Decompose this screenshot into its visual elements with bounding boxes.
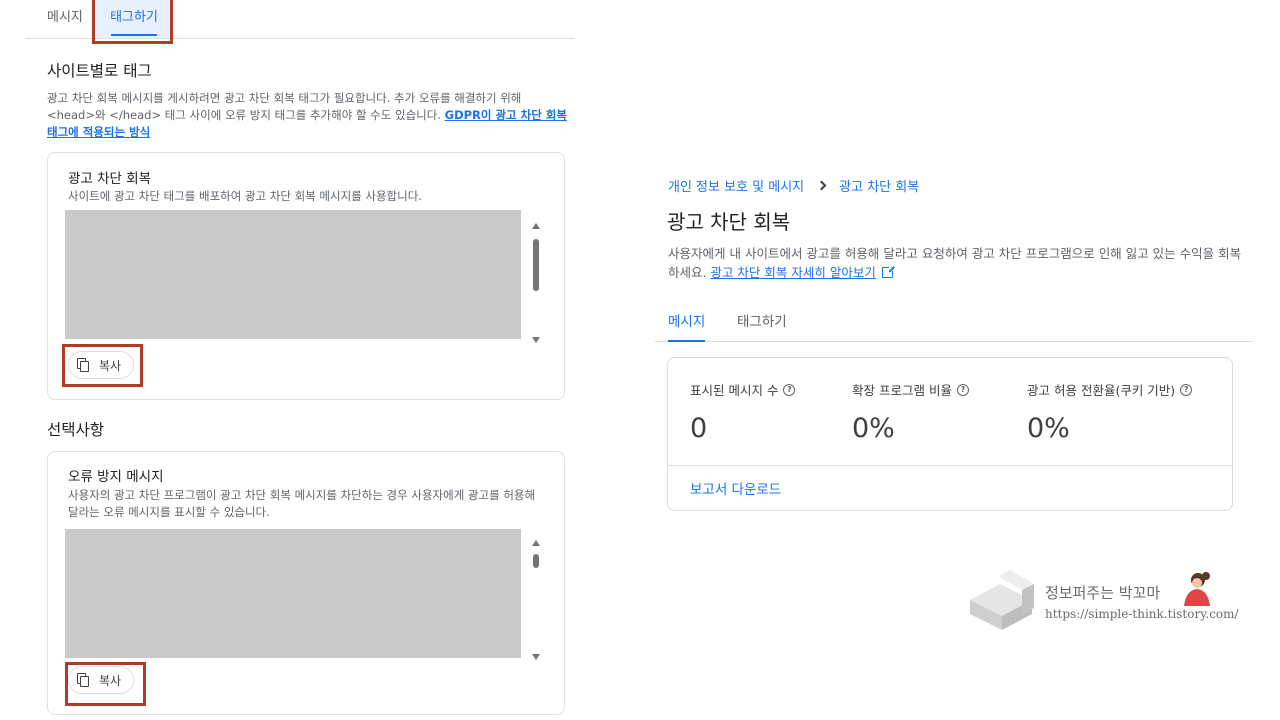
- highlight-box-copy: [62, 344, 143, 387]
- open-in-new-icon[interactable]: [881, 265, 895, 278]
- download-report-link[interactable]: 보고서 다운로드: [690, 478, 781, 498]
- watermark: 정보퍼주는 박꼬마 https://simple-think.tistory.c…: [968, 570, 1248, 632]
- highlight-box-tab: [92, 0, 173, 44]
- watermark-name: 정보퍼주는 박꼬마: [1045, 584, 1161, 602]
- section-title-site-tags: 사이트별로 태그: [47, 62, 152, 80]
- section-title-optional: 선택사항: [47, 421, 105, 439]
- code-scrollbar[interactable]: [528, 221, 544, 345]
- right-tab-bar: 메시지 태그하기: [655, 300, 1253, 342]
- card-title: 광고 차단 회복: [68, 171, 152, 187]
- tab-message-label: 메시지: [668, 314, 706, 330]
- scroll-thumb[interactable]: [533, 554, 539, 568]
- stats-card: 표시된 메시지 수? 0 확장 프로그램 비율? 0% 광고 허용 전환율(쿠키…: [667, 357, 1233, 511]
- stat-label-text: 표시된 메시지 수: [690, 383, 779, 398]
- code-scrollbar[interactable]: [528, 538, 544, 662]
- stat-label: 표시된 메시지 수?: [690, 380, 796, 399]
- card-description: 사용자의 광고 차단 프로그램이 광고 차단 회복 메시지를 차단하는 경우 사…: [68, 488, 536, 519]
- stat-label: 광고 허용 전환율(쿠키 기반)?: [1027, 380, 1193, 399]
- stat-extension-ratio: 확장 프로그램 비율? 0%: [852, 380, 969, 444]
- scroll-up-icon[interactable]: [532, 540, 540, 546]
- stat-value: 0%: [852, 413, 895, 444]
- stat-label: 확장 프로그램 비율?: [852, 380, 969, 399]
- help-icon[interactable]: ?: [1180, 383, 1193, 396]
- tab-tagging[interactable]: 태그하기: [737, 310, 787, 330]
- learn-more-link[interactable]: 광고 차단 회복 자세히 알아보기: [710, 265, 875, 280]
- help-icon[interactable]: ?: [783, 383, 796, 396]
- page-title: 광고 차단 회복: [667, 210, 791, 234]
- breadcrumb-current[interactable]: 광고 차단 회복: [839, 176, 919, 195]
- description-line1: 광고 차단 회복 메시지를 게시하려면 광고 차단 회복 태그가 필요합니다. …: [47, 91, 522, 105]
- stat-messages-shown: 표시된 메시지 수? 0: [690, 380, 796, 444]
- tab-active-indicator: [668, 340, 706, 342]
- code-snippet-box[interactable]: [65, 210, 521, 339]
- scroll-up-icon[interactable]: [532, 223, 540, 229]
- stat-allow-conversion: 광고 허용 전환율(쿠키 기반)? 0%: [1027, 380, 1193, 444]
- stat-value: 0%: [1027, 413, 1070, 444]
- highlight-box-copy: [65, 662, 146, 706]
- avatar-icon: [1184, 572, 1210, 606]
- tab-message[interactable]: 메시지: [47, 0, 83, 38]
- tab-message[interactable]: 메시지: [668, 310, 706, 342]
- help-icon[interactable]: ?: [956, 383, 969, 396]
- description-line2: <head>와 </head> 태그 사이에 오류 방지 태그를 추가해야 할 …: [47, 108, 445, 122]
- tagging-panel: 메시지 태그하기 사이트별로 태그 광고 차단 회복 메시지를 게시하려면 광고…: [0, 0, 590, 720]
- stat-value: 0: [690, 413, 708, 444]
- breadcrumb: 개인 정보 보호 및 메시지 광고 차단 회복: [668, 176, 919, 195]
- card-title: 오류 방지 메시지: [68, 469, 164, 485]
- section-description: 광고 차단 회복 메시지를 게시하려면 광고 차단 회복 태그가 필요합니다. …: [47, 90, 567, 141]
- chevron-right-icon: [816, 180, 827, 191]
- page-description: 사용자에게 내 사이트에서 광고를 허용해 달라고 요청하여 광고 차단 프로그…: [668, 244, 1248, 282]
- scroll-down-icon[interactable]: [532, 654, 540, 660]
- divider: [668, 465, 1232, 466]
- breadcrumb-parent[interactable]: 개인 정보 보호 및 메시지: [668, 176, 804, 195]
- code-snippet-box[interactable]: [65, 529, 521, 658]
- watermark-logo-icon: [970, 570, 1034, 630]
- watermark-url: https://simple-think.tistory.com/: [1045, 607, 1239, 621]
- stat-label-text: 광고 허용 전환율(쿠키 기반): [1027, 383, 1176, 398]
- card-description: 사이트에 광고 차단 태그를 배포하여 광고 차단 회복 메시지를 사용합니다.: [68, 189, 422, 203]
- scroll-down-icon[interactable]: [532, 337, 540, 343]
- stat-label-text: 확장 프로그램 비율: [852, 383, 952, 398]
- scroll-thumb[interactable]: [533, 239, 539, 291]
